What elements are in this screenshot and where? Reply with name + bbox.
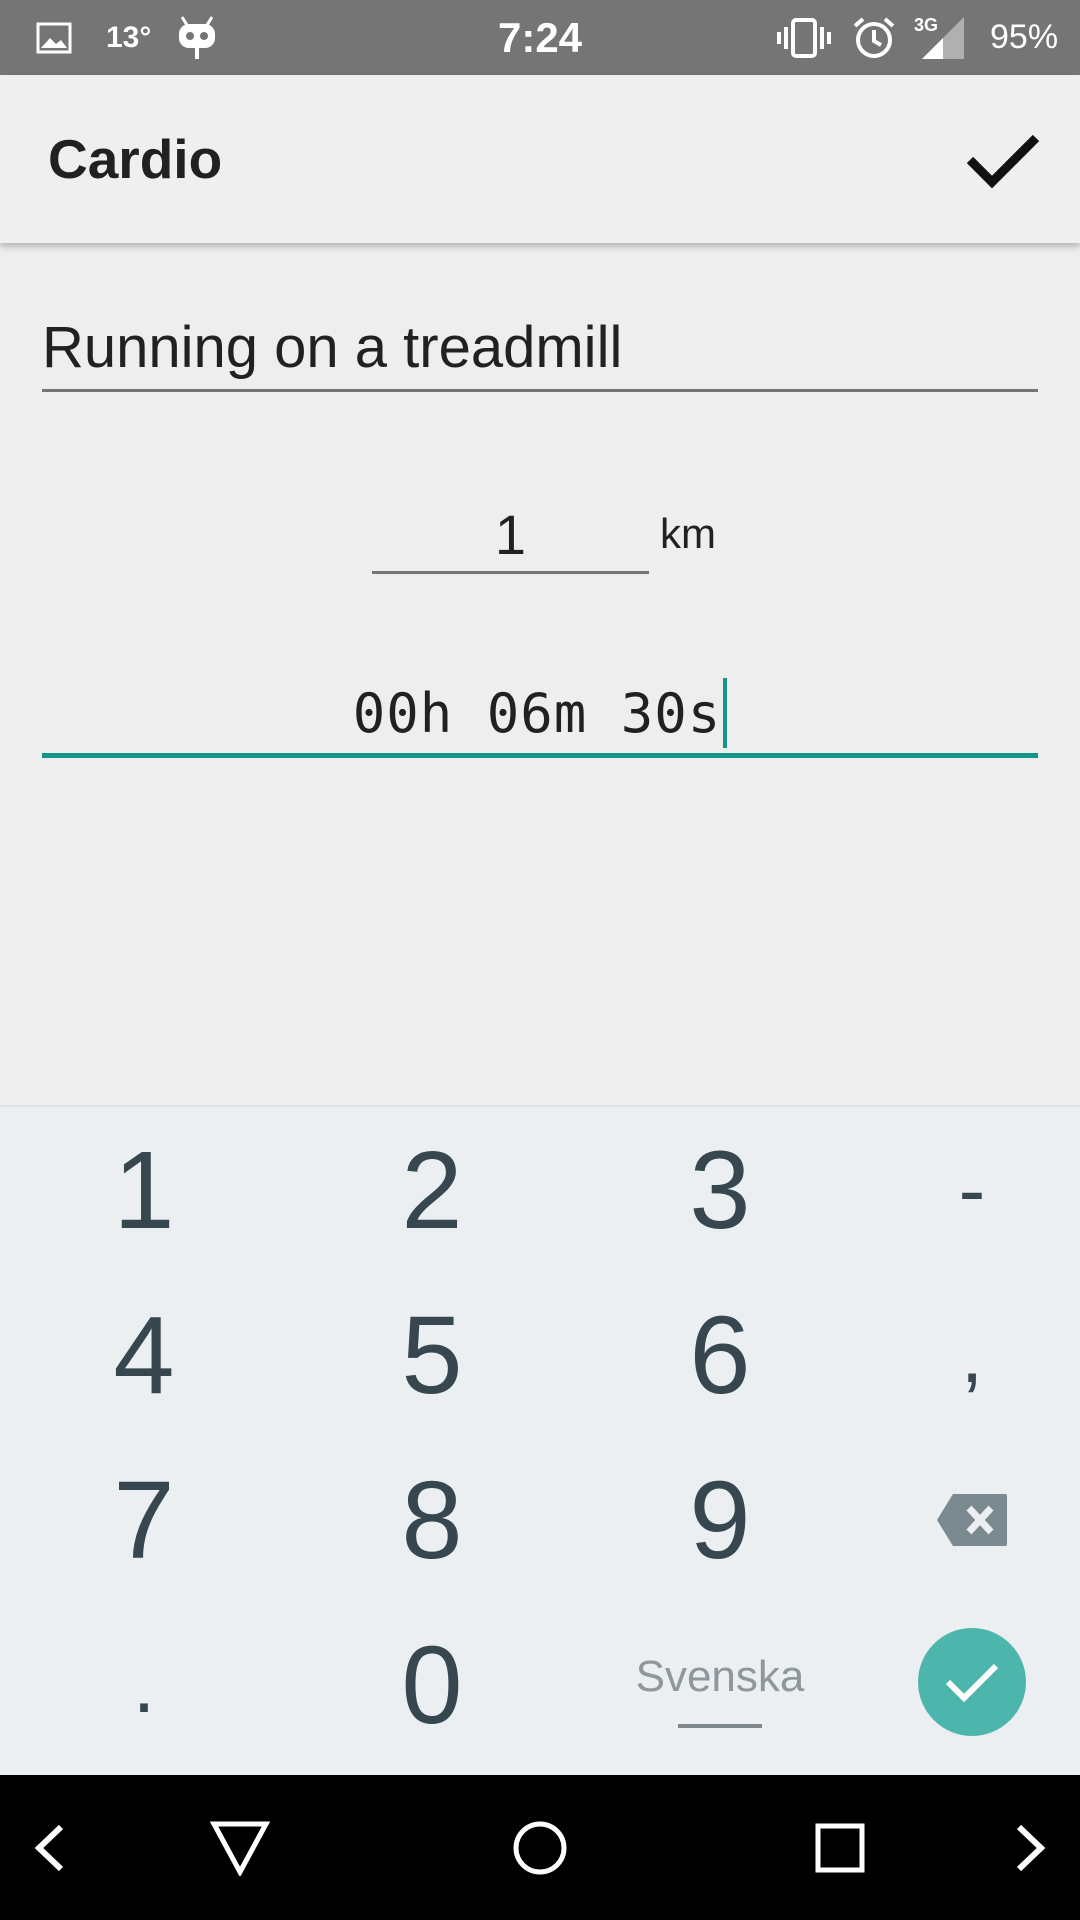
key-minus[interactable]: - bbox=[892, 1125, 1052, 1255]
page-title: Cardio bbox=[48, 128, 223, 190]
temperature-indicator: 13° bbox=[106, 20, 152, 54]
android-icon bbox=[176, 0, 218, 75]
key-9[interactable]: 9 bbox=[640, 1455, 800, 1585]
activity-name-field[interactable]: Running on a treadmill bbox=[42, 300, 1038, 392]
key-6[interactable]: 6 bbox=[640, 1290, 800, 1420]
signal-icon: 3G bbox=[912, 0, 968, 75]
left-arrow-icon[interactable] bbox=[20, 1775, 80, 1920]
distance-value: 1 bbox=[494, 503, 527, 566]
language-switch-key[interactable]: Svenska bbox=[610, 1630, 830, 1750]
backspace-icon bbox=[937, 1494, 1007, 1546]
save-button[interactable] bbox=[958, 125, 1048, 195]
language-underline bbox=[678, 1724, 762, 1728]
alarm-icon bbox=[851, 0, 897, 75]
text-cursor bbox=[723, 678, 728, 748]
key-0[interactable]: 0 bbox=[352, 1620, 512, 1750]
key-8[interactable]: 8 bbox=[352, 1455, 512, 1585]
distance-unit-label: km bbox=[660, 510, 716, 557]
check-icon bbox=[966, 134, 1040, 188]
key-7[interactable]: 7 bbox=[64, 1455, 224, 1585]
key-5[interactable]: 5 bbox=[352, 1290, 512, 1420]
key-1[interactable]: 1 bbox=[64, 1125, 224, 1255]
gallery-icon bbox=[36, 0, 72, 75]
key-3[interactable]: 3 bbox=[640, 1125, 800, 1255]
check-circle-icon bbox=[945, 1663, 999, 1703]
key-comma[interactable]: , bbox=[892, 1290, 1052, 1420]
duration-value: 00h 06m 30s bbox=[352, 681, 722, 745]
backspace-key[interactable] bbox=[892, 1455, 1052, 1585]
status-bar: 13° 7:24 3G 95% bbox=[0, 0, 1080, 75]
key-dot[interactable]: . bbox=[64, 1620, 224, 1750]
recents-square-icon[interactable] bbox=[790, 1775, 890, 1920]
home-circle-icon[interactable] bbox=[490, 1775, 590, 1920]
duration-input[interactable]: 00h 06m 30s bbox=[42, 660, 1038, 758]
back-triangle-icon[interactable] bbox=[190, 1775, 290, 1920]
language-label: Svenska bbox=[635, 1652, 805, 1701]
right-arrow-icon[interactable] bbox=[1000, 1775, 1060, 1920]
vibrate-icon bbox=[776, 0, 832, 75]
activity-name-value: Running on a treadmill bbox=[42, 315, 623, 380]
app-bar: Cardio bbox=[0, 75, 1080, 243]
enter-button[interactable] bbox=[918, 1628, 1026, 1736]
battery-percentage: 95% bbox=[990, 18, 1059, 56]
distance-input[interactable]: 1 bbox=[372, 490, 649, 574]
key-2[interactable]: 2 bbox=[352, 1125, 512, 1255]
navigation-bar bbox=[0, 1775, 1080, 1920]
key-4[interactable]: 4 bbox=[64, 1290, 224, 1420]
svg-text:3G: 3G bbox=[914, 15, 938, 35]
